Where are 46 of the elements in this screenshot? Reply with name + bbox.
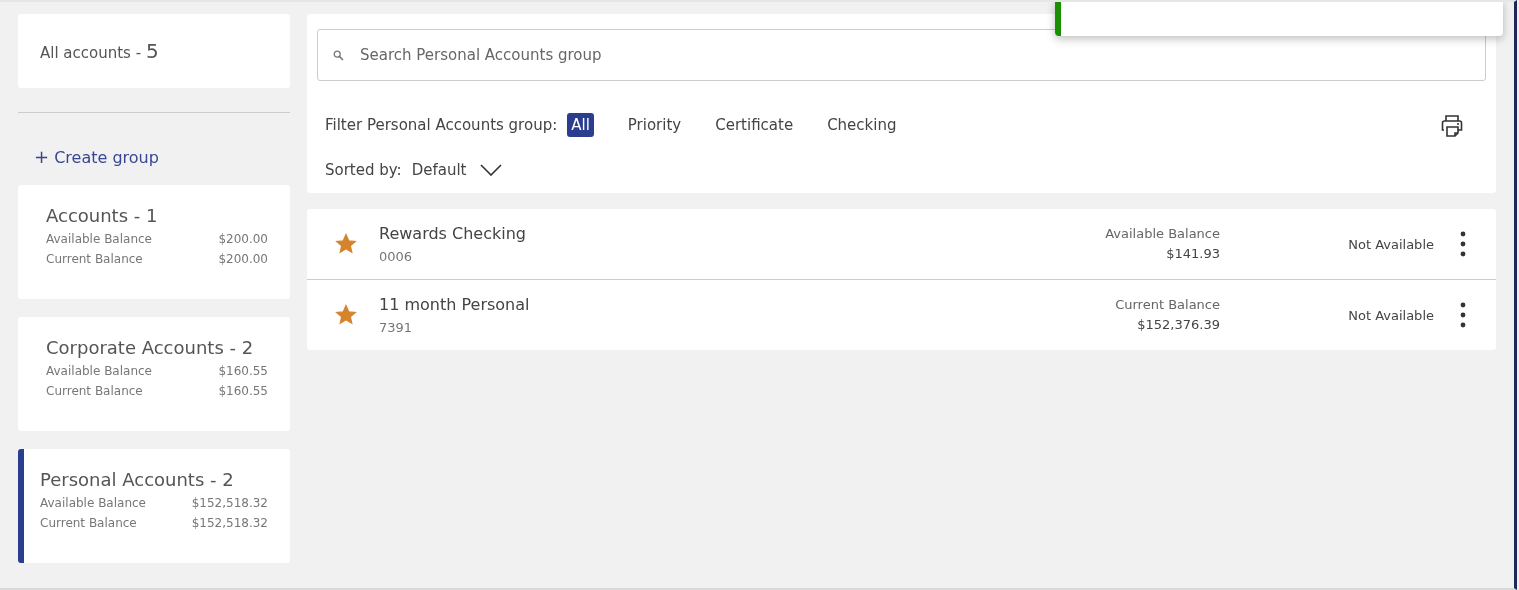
filter-chip[interactable]: All [567, 113, 594, 137]
balance-label: Current Balance [46, 251, 143, 268]
sort-label: Sorted by: [325, 161, 402, 179]
balance-amount: $200.00 [218, 251, 268, 268]
account-name: Rewards Checking [379, 224, 527, 243]
group-card[interactable]: Accounts - 1 Available Balance $200.00 Current Balance $200.00 [18, 185, 290, 299]
more-options-icon[interactable] [1460, 231, 1466, 257]
filter-chip[interactable]: Priority [623, 113, 686, 137]
filter-label: Filter Personal Accounts group: [325, 116, 558, 134]
account-status: Not Available [1347, 236, 1434, 252]
group-card[interactable]: Personal Accounts - 2 Available Balance $152,518.32 Current Balance $152,518.32 [18, 449, 290, 563]
filter-chip[interactable]: Certificate [711, 113, 798, 137]
account-number: 7391 [379, 320, 414, 335]
balance-label: Available Balance [46, 231, 152, 248]
balance-label: Available Balance [46, 363, 152, 380]
group-title: Accounts - 1 [46, 205, 159, 226]
account-row[interactable]: 11 month Personal 7391 Current Balance $152,376.39 Not Available [307, 280, 1496, 350]
balance-label: Current Balance [46, 383, 143, 400]
balance-amount: $160.55 [218, 383, 268, 400]
balance-amount: $160.55 [218, 363, 268, 380]
star-icon[interactable] [335, 304, 357, 326]
group-title: Personal Accounts - 2 [40, 469, 235, 490]
group-card[interactable]: Corporate Accounts - 2 Available Balance $160.55 Current Balance $160.55 [18, 317, 290, 431]
account-name: 11 month Personal [379, 295, 531, 314]
more-options-icon[interactable] [1460, 302, 1466, 328]
filter-chip[interactable]: Checking [823, 113, 901, 137]
account-number: 0006 [379, 249, 414, 264]
balance-amount: $141.93 [1165, 245, 1220, 263]
balance-amount: $152,518.32 [191, 495, 268, 512]
balance-label: Available Balance [1105, 225, 1220, 243]
sort-dropdown[interactable]: Default [411, 161, 503, 179]
create-group-button[interactable]: + Create group [18, 113, 159, 177]
balance-label: Available Balance [40, 495, 146, 512]
group-title: Corporate Accounts - 2 [46, 337, 255, 358]
account-row[interactable]: Rewards Checking 0006 Available Balance $141.93 Not Available [307, 209, 1496, 280]
balance-amount: $200.00 [218, 231, 268, 248]
all-accounts-label: All accounts - 5 [40, 39, 159, 63]
search-field[interactable]: Search Personal Accounts group [317, 29, 1486, 81]
all-accounts-card[interactable]: All accounts - 5 [18, 14, 290, 88]
chevron-down-icon [480, 164, 503, 176]
balance-label: Current Balance [1115, 296, 1220, 314]
balance-amount: $152,518.32 [191, 515, 268, 532]
balance-label: Current Balance [40, 515, 137, 532]
balance-amount: $152,376.39 [1136, 316, 1220, 334]
account-status: Not Available [1347, 307, 1434, 323]
star-icon[interactable] [335, 233, 357, 255]
